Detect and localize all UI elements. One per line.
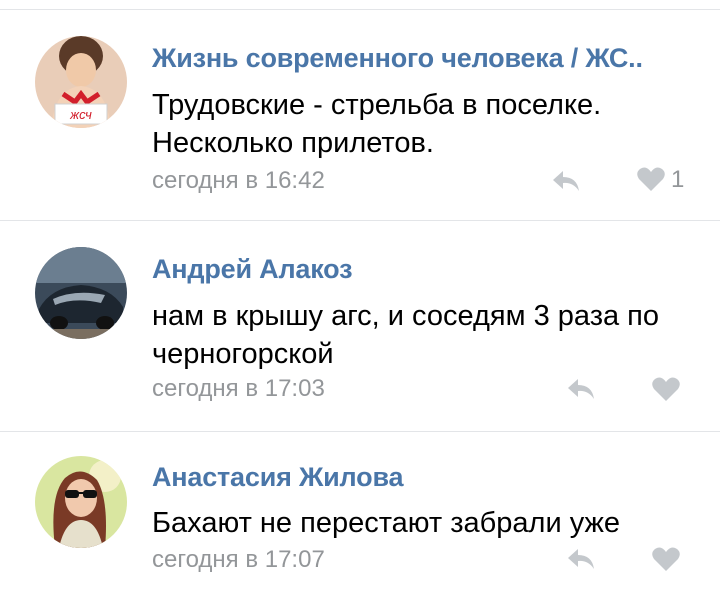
comment-timestamp[interactable]: сегодня в 16:42 [152, 167, 325, 195]
heart-icon[interactable] [651, 546, 681, 572]
comment-item: Анастасия Жилова Бахают не перестают заб… [0, 432, 720, 589]
comment-timestamp[interactable]: сегодня в 17:03 [152, 375, 325, 403]
reply-arrow-icon[interactable] [551, 168, 581, 194]
reply-arrow-icon[interactable] [566, 546, 596, 572]
comment-timestamp[interactable]: сегодня в 17:07 [152, 546, 325, 574]
top-divider [0, 0, 720, 10]
comment-author[interactable]: Андрей Алакоз [152, 254, 692, 285]
comment-item: жсч Жизнь современного человека / ЖС.. Т… [0, 10, 720, 221]
reply-arrow-icon[interactable] [566, 376, 596, 402]
comment-item: Андрей Алакоз нам в крышу агс, и соседям… [0, 221, 720, 432]
avatar[interactable] [35, 456, 127, 548]
like-count: 1 [671, 166, 685, 193]
comment-text: Бахают не перестают забрали уже [152, 507, 621, 539]
comment-author[interactable]: Жизнь современного человека / ЖС.. [152, 43, 692, 74]
avatar[interactable]: жсч [35, 36, 127, 128]
avatar-logo-text: жсч [69, 107, 92, 122]
comment-author[interactable]: Анастасия Жилова [152, 462, 692, 493]
comment-text: Трудовские - стрельба в поселке. Несколь… [152, 89, 602, 159]
heart-icon[interactable] [651, 376, 681, 402]
comment-text: нам в крышу агс, и соседям 3 раза по чер… [152, 300, 660, 370]
heart-icon[interactable] [636, 166, 666, 192]
avatar[interactable] [35, 247, 127, 339]
